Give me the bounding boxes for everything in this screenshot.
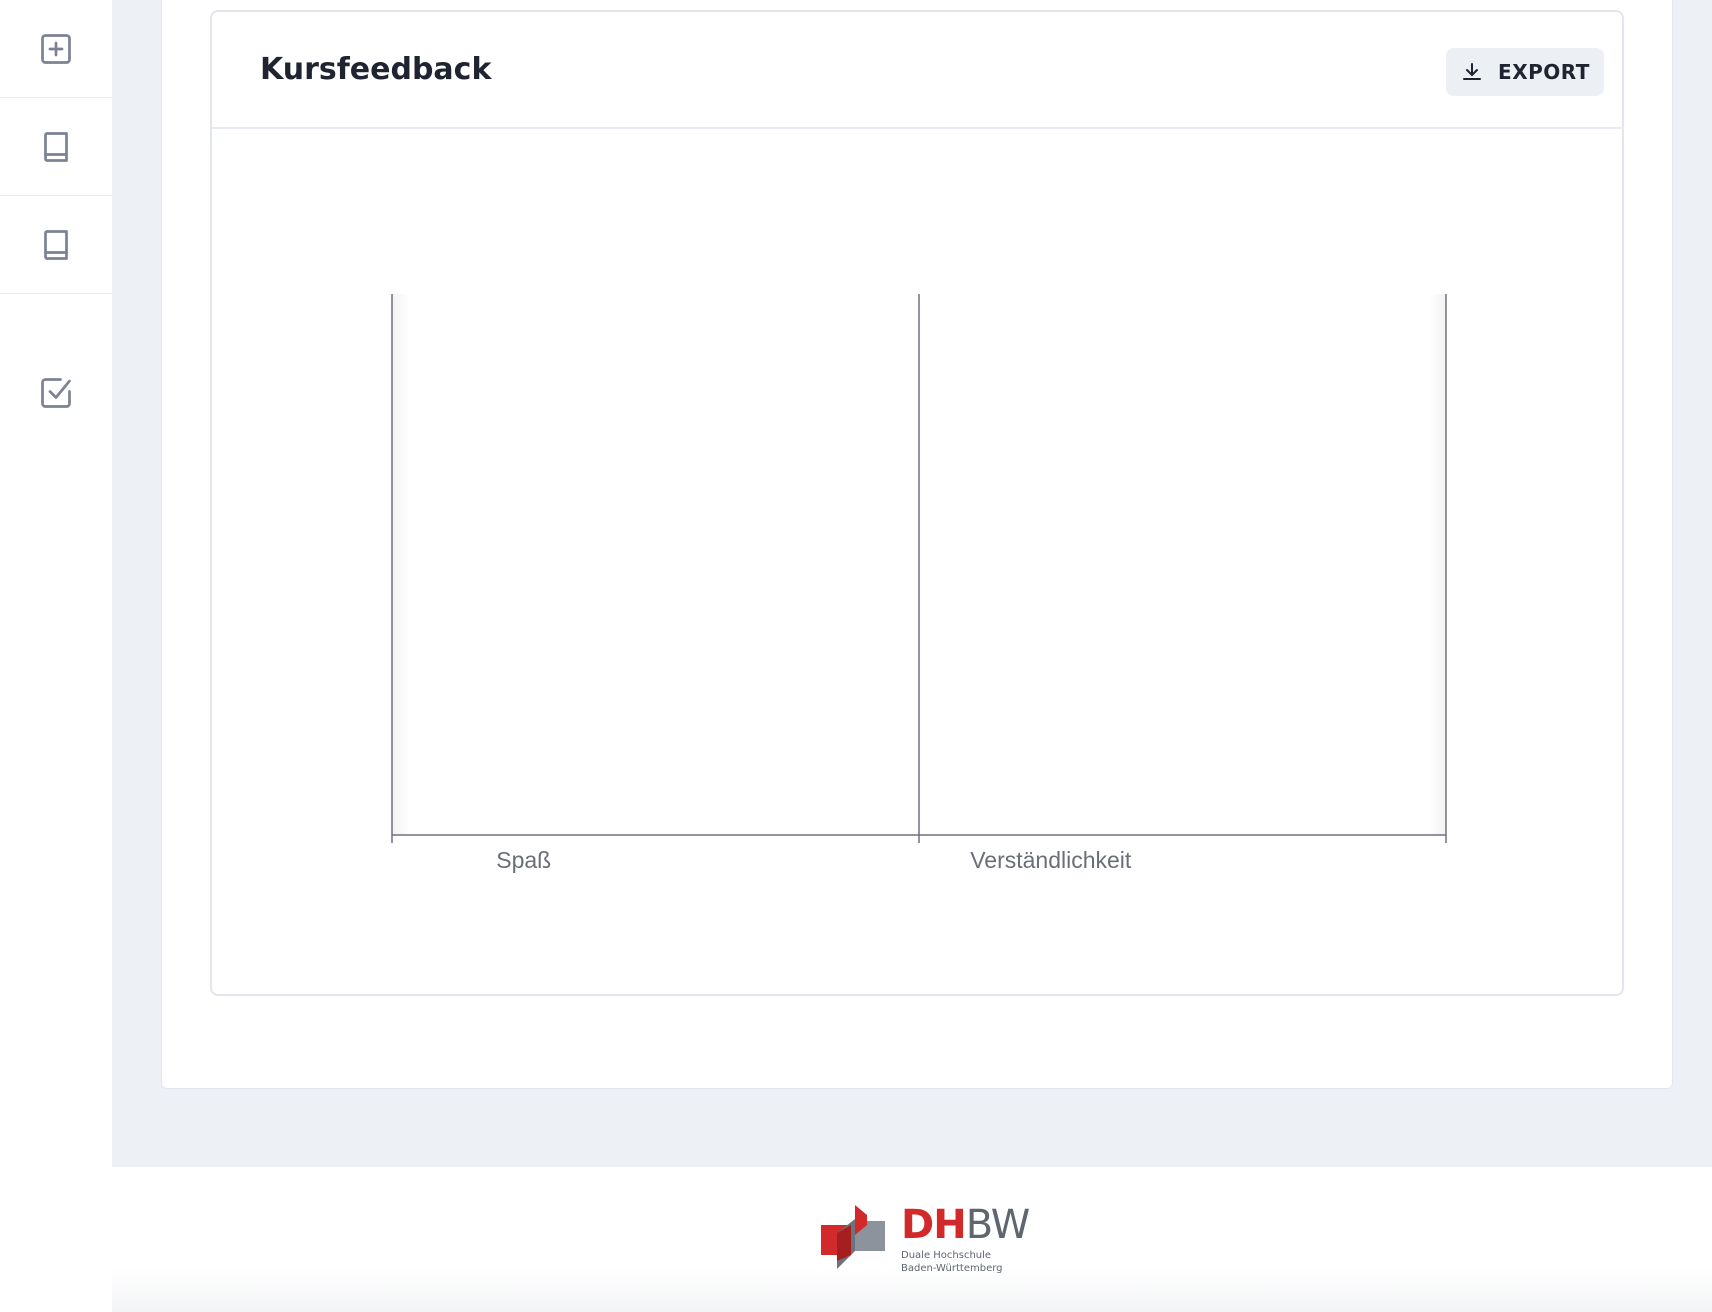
card-title: Kursfeedback: [260, 52, 492, 87]
x-tick-label: Spaß: [496, 847, 551, 873]
sidebar-item-course-2[interactable]: [0, 196, 112, 294]
logo-dh: DH: [901, 1202, 967, 1248]
sidebar-item-add[interactable]: [0, 0, 112, 98]
sidebar: [0, 0, 112, 1312]
sidebar-item-course-1[interactable]: [0, 98, 112, 196]
logo-line-1: Duale Hochschule: [901, 1250, 992, 1261]
axis-shade-right: [1428, 294, 1446, 835]
x-tick-label: Verständlichkeit: [970, 847, 1132, 873]
plus-square-icon: [41, 33, 71, 64]
sidebar-item-tasks[interactable]: [0, 344, 112, 442]
footer: DHBW Duale Hochschule Baden-Württemberg: [112, 1167, 1712, 1312]
feedback-card: Kursfeedback EXPORT Spaß Verständlichkeit: [210, 10, 1624, 996]
axis-shade-left: [392, 294, 410, 835]
check-square-icon: [41, 378, 71, 408]
book-icon: [44, 229, 68, 260]
logo-line-2: Baden-Württemberg: [901, 1263, 1003, 1274]
card-header: Kursfeedback EXPORT: [212, 12, 1622, 129]
feedback-chart: Spaß Verständlichkeit: [391, 294, 1447, 873]
dhbw-logo-mark: [821, 1205, 885, 1269]
export-label: EXPORT: [1498, 60, 1590, 84]
dhbw-logo: DHBW Duale Hochschule Baden-Württemberg: [821, 1202, 1031, 1275]
logo-bw: BW: [965, 1202, 1031, 1248]
download-icon: [1463, 63, 1482, 80]
export-button[interactable]: EXPORT: [1446, 48, 1604, 96]
book-icon: [44, 131, 68, 162]
